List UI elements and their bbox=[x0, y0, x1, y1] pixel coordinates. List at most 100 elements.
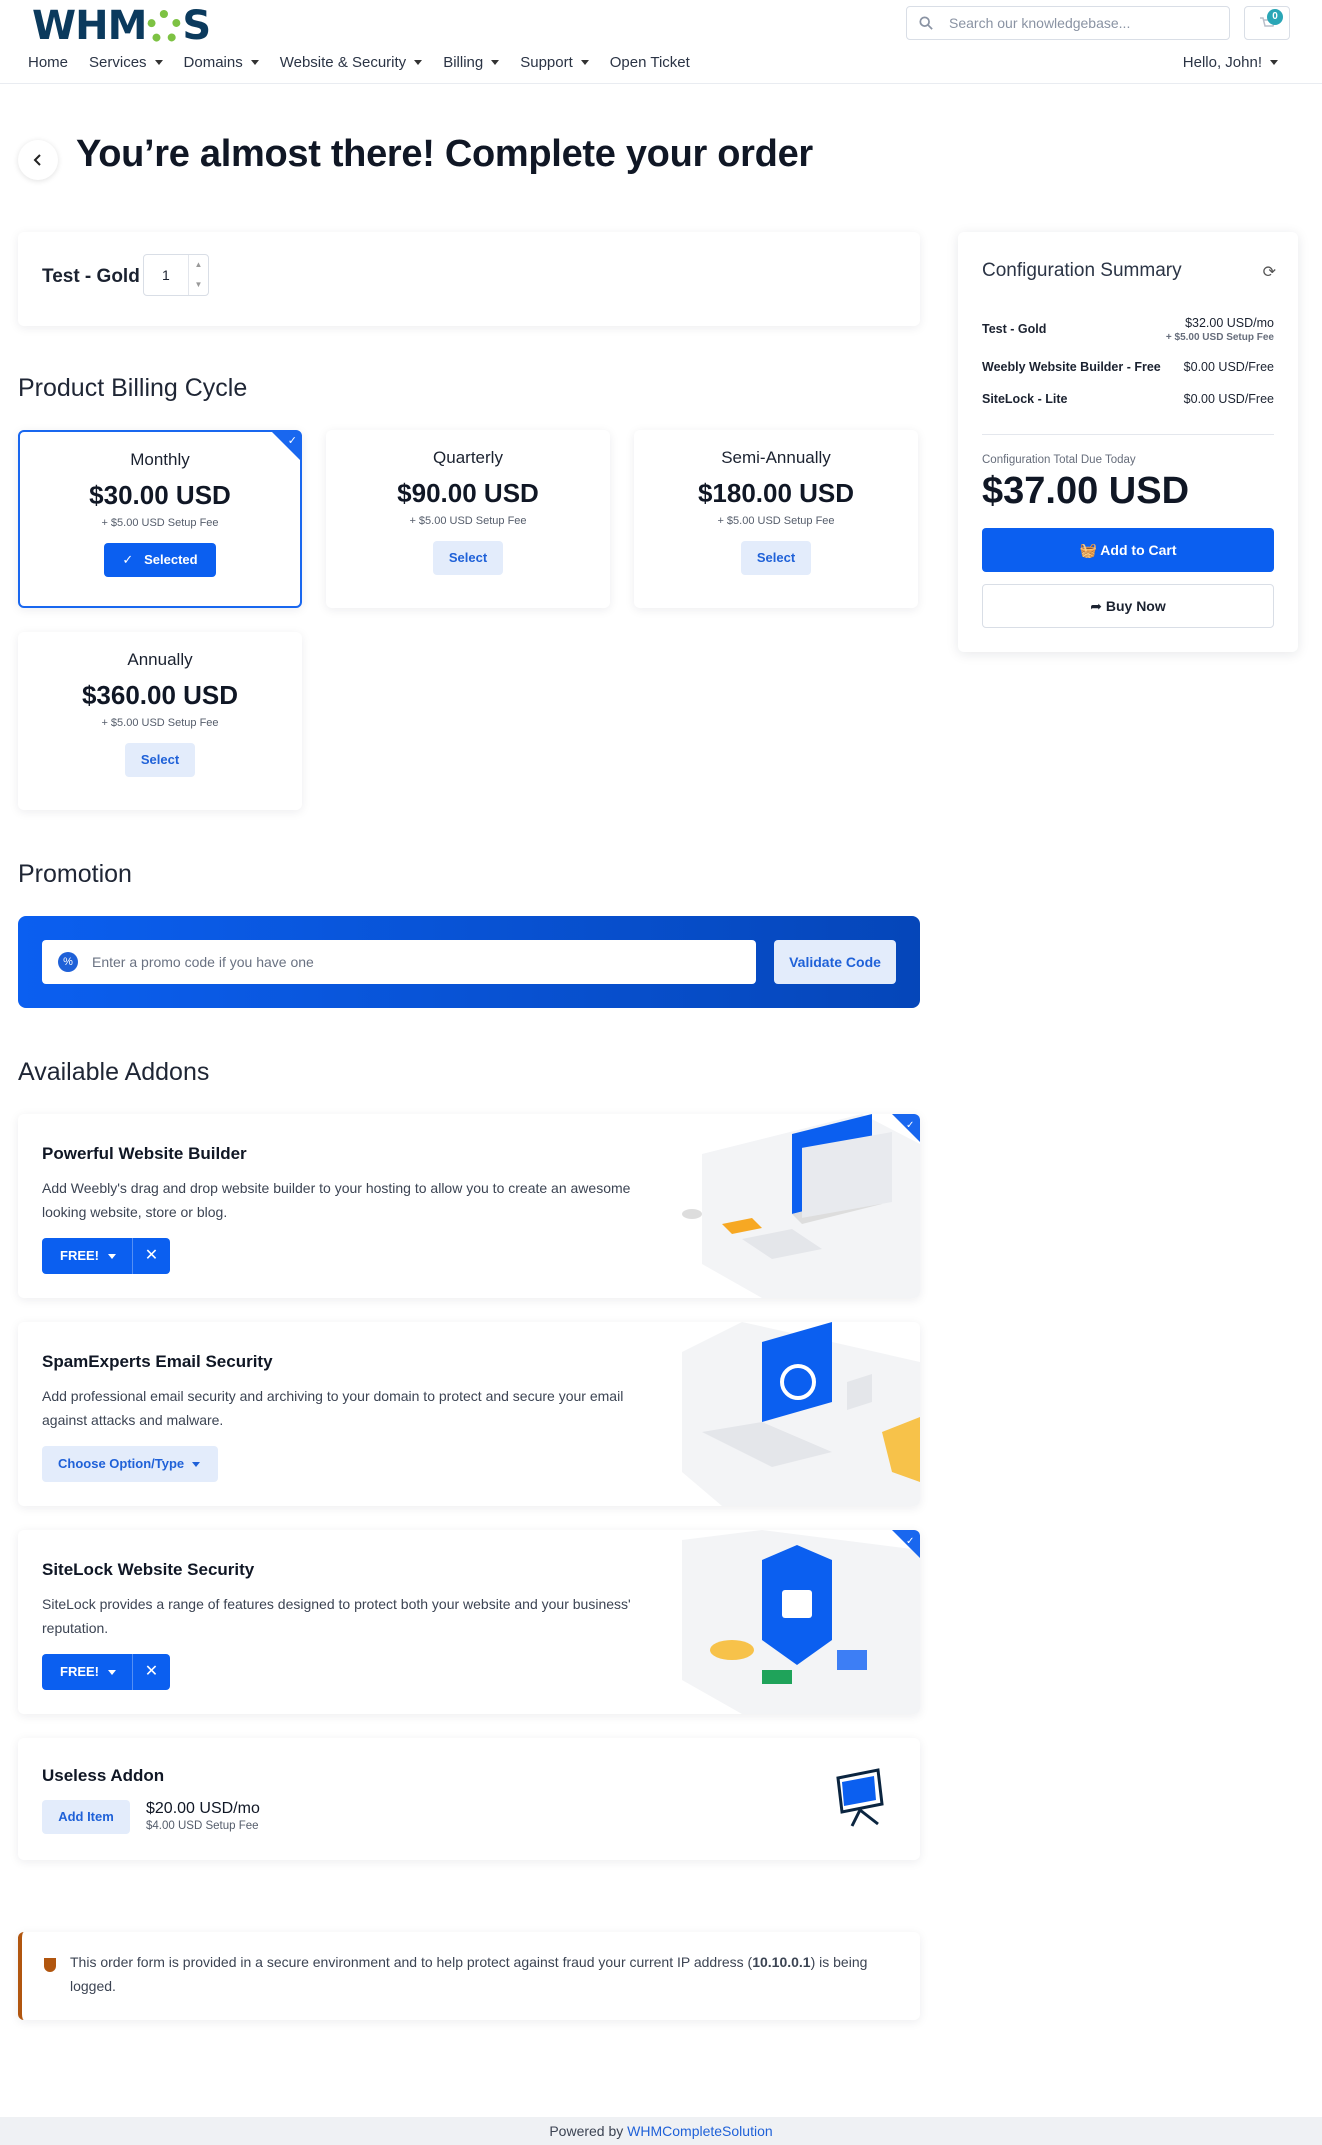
back-button[interactable] bbox=[18, 140, 58, 180]
quantity-stepper[interactable]: 1 ▲ ▼ bbox=[143, 254, 209, 296]
cycle-price: $180.00 USD bbox=[697, 478, 855, 508]
configuration-summary: Configuration Summary ⟳ Test - Gold $32.… bbox=[958, 232, 1298, 652]
line-price: $32.00 USD/mo bbox=[1185, 316, 1274, 330]
addon-sitelock: SiteLock Website Security SiteLock provi… bbox=[18, 1530, 920, 1714]
ip-address: 10.10.0.1 bbox=[752, 1954, 811, 1970]
add-to-cart-button[interactable]: 🧺 Add to Cart bbox=[982, 528, 1274, 572]
divider bbox=[982, 434, 1274, 435]
addon-description: Add professional email security and arch… bbox=[42, 1388, 624, 1428]
promotion-panel: % Enter a promo code if you have one Val… bbox=[18, 916, 920, 1008]
addon-option-dropdown[interactable]: FREE! ✕ bbox=[42, 1654, 170, 1690]
caret-down-icon bbox=[192, 1462, 200, 1467]
caret-down-icon bbox=[491, 60, 500, 65]
cart-button[interactable]: 0 bbox=[1244, 6, 1290, 40]
logo-text-end: S bbox=[182, 3, 211, 49]
check-icon: ✓ bbox=[122, 552, 137, 567]
email-security-illustration bbox=[682, 1322, 920, 1506]
select-button[interactable]: Select bbox=[741, 541, 811, 575]
addon-website-builder: Powerful Website Builder Add Weebly's dr… bbox=[18, 1114, 920, 1298]
search-placeholder: Search our knowledgebase... bbox=[949, 15, 1131, 31]
total-label: Configuration Total Due Today bbox=[982, 454, 1136, 466]
selected-button[interactable]: ✓ Selected bbox=[104, 543, 216, 577]
spin-up-icon[interactable]: ▲ bbox=[189, 255, 208, 275]
nav-services[interactable]: Services bbox=[89, 54, 163, 71]
security-notice: This order form is provided in a secure … bbox=[18, 1932, 920, 2020]
footer-link[interactable]: WHMCompleteSolution bbox=[627, 2123, 773, 2139]
nav-open-ticket[interactable]: Open Ticket bbox=[610, 54, 690, 71]
buy-now-button[interactable]: ➦ Buy Now bbox=[982, 584, 1274, 628]
caret-down-icon bbox=[580, 60, 589, 65]
search-input[interactable]: Search our knowledgebase... bbox=[906, 6, 1230, 40]
cycle-fee: + $5.00 USD Setup Fee bbox=[717, 515, 835, 527]
addon-useless: Useless Addon Add Item $20.00 USD/mo $4.… bbox=[18, 1738, 920, 1860]
summary-line: Test - Gold $32.00 USD/mo + $5.00 USD Se… bbox=[982, 316, 1274, 343]
refresh-icon[interactable]: ⟳ bbox=[1263, 262, 1276, 282]
spin-down-icon[interactable]: ▼ bbox=[189, 275, 208, 295]
select-button[interactable]: Select bbox=[433, 541, 503, 575]
cycle-price: $360.00 USD bbox=[81, 680, 239, 710]
nav-support[interactable]: Support bbox=[520, 54, 589, 71]
billing-heading: Product Billing Cycle bbox=[18, 374, 248, 402]
user-menu[interactable]: Hello, John! bbox=[1183, 54, 1278, 71]
caret-down-icon bbox=[250, 60, 259, 65]
basket-icon: 🧺 bbox=[1079, 542, 1101, 558]
cycle-name: Annually bbox=[127, 650, 193, 669]
caret-down-icon bbox=[108, 1670, 116, 1675]
nav-billing[interactable]: Billing bbox=[443, 54, 500, 71]
cycle-price: $30.00 USD bbox=[89, 480, 231, 510]
caret-down-icon bbox=[1270, 60, 1278, 65]
addon-title: Powerful Website Builder bbox=[42, 1144, 247, 1163]
cycle-monthly[interactable]: ✓ Monthly $30.00 USD + $5.00 USD Setup F… bbox=[18, 430, 302, 608]
cycle-fee: + $5.00 USD Setup Fee bbox=[101, 717, 219, 729]
sitelock-illustration: ✓ bbox=[682, 1530, 920, 1714]
shield-icon bbox=[44, 1958, 56, 1972]
cycle-name: Semi-Annually bbox=[721, 448, 831, 467]
cart-count-badge: 0 bbox=[1267, 9, 1283, 25]
promo-code-input[interactable]: % Enter a promo code if you have one bbox=[42, 940, 756, 984]
add-item-button[interactable]: Add Item bbox=[42, 1800, 130, 1834]
caret-down-icon bbox=[414, 60, 423, 65]
nav-home[interactable]: Home bbox=[28, 54, 68, 71]
summary-title: Configuration Summary bbox=[982, 260, 1182, 281]
ip-monitor-icon bbox=[836, 1768, 884, 1827]
whmcs-logo[interactable]: WHM S bbox=[32, 3, 211, 49]
cycle-annually[interactable]: Annually $360.00 USD + $5.00 USD Setup F… bbox=[18, 632, 302, 810]
cycle-quarterly[interactable]: Quarterly $90.00 USD + $5.00 USD Setup F… bbox=[326, 430, 610, 608]
line-setup-fee: + $5.00 USD Setup Fee bbox=[1165, 332, 1274, 343]
nav-domains[interactable]: Domains bbox=[184, 54, 259, 71]
addon-price: $20.00 USD/mo bbox=[146, 1800, 260, 1817]
addon-option-dropdown[interactable]: FREE! ✕ bbox=[42, 1238, 170, 1274]
remove-addon-button[interactable]: ✕ bbox=[132, 1238, 170, 1274]
spinner-arrows[interactable]: ▲ ▼ bbox=[188, 255, 208, 295]
validate-code-button[interactable]: Validate Code bbox=[774, 940, 896, 984]
caret-down-icon bbox=[154, 60, 163, 65]
addon-setup-fee: $4.00 USD Setup Fee bbox=[146, 1820, 259, 1832]
page-title: You’re almost there! Complete your order bbox=[76, 133, 813, 175]
main-nav: Home Services Domains Website & Security… bbox=[28, 54, 711, 71]
addon-spamexperts: SpamExperts Email Security Add professio… bbox=[18, 1322, 920, 1506]
select-button[interactable]: Select bbox=[125, 743, 195, 777]
cycle-name: Monthly bbox=[130, 450, 190, 469]
site-header: WHM S Search our knowledgebase... 0 Home … bbox=[0, 0, 1322, 84]
addon-title: Useless Addon bbox=[42, 1766, 165, 1785]
share-arrow-icon: ➦ bbox=[1090, 598, 1106, 614]
notice-text: This order form is provided in a secure … bbox=[70, 1954, 868, 1994]
cycle-semi-annually[interactable]: Semi-Annually $180.00 USD + $5.00 USD Se… bbox=[634, 430, 918, 608]
badge-percent-icon: % bbox=[58, 952, 78, 972]
product-name: Test - Gold bbox=[42, 266, 140, 287]
logo-text: WHM bbox=[32, 3, 147, 49]
remove-addon-button[interactable]: ✕ bbox=[132, 1654, 170, 1690]
addon-option-dropdown[interactable]: Choose Option/Type bbox=[42, 1446, 218, 1482]
nav-website-security[interactable]: Website & Security bbox=[280, 54, 423, 71]
gear-icon bbox=[147, 10, 182, 44]
cycle-fee: + $5.00 USD Setup Fee bbox=[101, 517, 219, 529]
product-card: Test - Gold 1 ▲ ▼ bbox=[18, 232, 920, 326]
promo-placeholder: Enter a promo code if you have one bbox=[92, 954, 314, 970]
addons-heading: Available Addons bbox=[18, 1058, 210, 1086]
line-price: $0.00 USD/Free bbox=[1183, 392, 1274, 406]
search-icon bbox=[919, 16, 933, 30]
line-price: $0.00 USD/Free bbox=[1183, 360, 1274, 374]
check-icon: ✓ bbox=[287, 435, 297, 447]
addon-description: SiteLock provides a range of features de… bbox=[42, 1596, 631, 1636]
selected-corner: ✓ bbox=[272, 432, 300, 460]
